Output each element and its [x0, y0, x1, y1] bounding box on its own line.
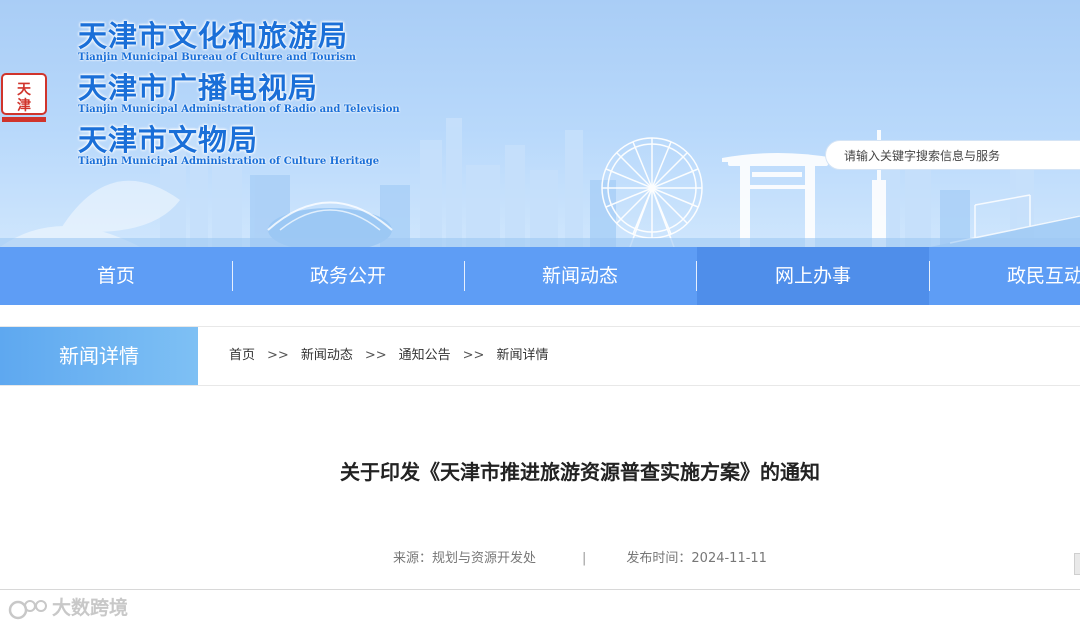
breadcrumb-separator: >> [267, 348, 289, 363]
nav-item-home[interactable]: 首页 [0, 247, 232, 305]
section-title: 新闻详情 [0, 327, 198, 385]
breadcrumb-separator: >> [462, 348, 485, 363]
article-source: 来源：规划与资源开发处 [393, 551, 537, 566]
content-divider [0, 589, 1080, 590]
breadcrumb-current: 新闻详情 [496, 348, 549, 363]
breadcrumb-notices[interactable]: 通知公告 [399, 348, 451, 363]
article-meta: 来源：规划与资源开发处 | 发布时间：2024-11-11 [393, 549, 767, 569]
title-radio-television: 天津市广播电视局 Tianjin Municipal Administratio… [78, 72, 400, 116]
main-nav: 首页 政务公开 新闻动态 网上办事 政民互动 [0, 247, 1080, 305]
side-float-tab[interactable] [1074, 553, 1080, 575]
site-header: 天 津 天津市文化和旅游局 Tianjin Municipal Bureau o… [0, 0, 1080, 247]
title-culture-heritage: 天津市文物局 Tianjin Municipal Administration … [78, 124, 400, 168]
title-culture-tourism: 天津市文化和旅游局 Tianjin Municipal Bureau of Cu… [78, 20, 400, 64]
article-publish-date: 发布时间：2024-11-11 [626, 551, 767, 566]
watermark-logo-icon [8, 599, 47, 619]
tianjin-seal-logo: 天 津 [1, 73, 47, 122]
title-cn: 天津市广播电视局 [78, 71, 319, 105]
nav-item-public-interaction[interactable]: 政民互动 [929, 247, 1080, 305]
title-en: Tianjin Municipal Administration of Radi… [78, 104, 400, 115]
meta-divider: | [582, 551, 587, 566]
svg-text:天: 天 [17, 82, 32, 98]
title-en: Tianjin Municipal Bureau of Culture and … [78, 52, 357, 63]
bureau-titles: 天津市文化和旅游局 Tianjin Municipal Bureau of Cu… [78, 20, 400, 176]
nav-item-online-services[interactable]: 网上办事 [697, 247, 929, 305]
watermark-text: 大数跨境 [52, 597, 129, 619]
svg-text:津: 津 [17, 97, 31, 114]
search-input[interactable] [844, 147, 1074, 165]
article-title: 关于印发《天津市推进旅游资源普查实施方案》的通知 [340, 460, 820, 484]
nav-item-government-affairs[interactable]: 政务公开 [232, 247, 464, 305]
title-cn: 天津市文物局 [78, 123, 259, 157]
breadcrumb-home[interactable]: 首页 [229, 348, 255, 363]
watermark: 大数跨境 [8, 594, 128, 622]
search-box[interactable] [825, 140, 1080, 170]
breadcrumb-separator: >> [364, 348, 387, 363]
breadcrumb-news[interactable]: 新闻动态 [301, 348, 353, 363]
nav-item-news[interactable]: 新闻动态 [464, 247, 696, 305]
breadcrumb: 首页 >> 新闻动态 >> 通知公告 >> 新闻详情 [229, 327, 548, 385]
title-en: Tianjin Municipal Administration of Cult… [78, 156, 380, 167]
title-cn: 天津市文化和旅游局 [78, 19, 349, 53]
